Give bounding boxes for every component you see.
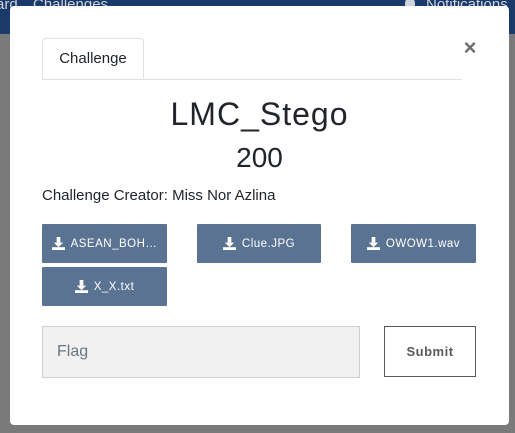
challenge-name: LMC_Stego — [170, 96, 349, 132]
file-name: X_X.txt — [93, 280, 135, 293]
challenge-value: 200 — [236, 142, 283, 173]
download-icon — [366, 237, 380, 250]
close-button[interactable]: × — [458, 36, 482, 60]
modal-tab-bar: Challenge — [42, 38, 462, 80]
download-icon — [222, 237, 236, 250]
file-download-button[interactable]: X_X.txt — [42, 267, 167, 306]
file-name: Clue.JPG — [241, 237, 296, 250]
file-name: ASEAN_BOH… — [70, 237, 158, 250]
file-download-button[interactable]: Clue.JPG — [197, 224, 321, 263]
flag-input[interactable] — [42, 326, 360, 378]
file-download-button[interactable]: OWOW1.wav — [351, 224, 476, 263]
download-icon — [51, 237, 65, 250]
submit-button[interactable]: Submit — [384, 326, 476, 377]
file-name: OWOW1.wav — [385, 237, 461, 250]
tab-challenge[interactable]: Challenge — [42, 38, 144, 79]
challenge-modal: Challenge × LMC_Stego 200 Challenge Crea… — [10, 6, 509, 425]
download-icon — [74, 280, 88, 293]
challenge-creator: Challenge Creator: Miss Nor Azlina — [42, 187, 276, 204]
file-download-button[interactable]: ASEAN_BOH… — [42, 224, 167, 263]
